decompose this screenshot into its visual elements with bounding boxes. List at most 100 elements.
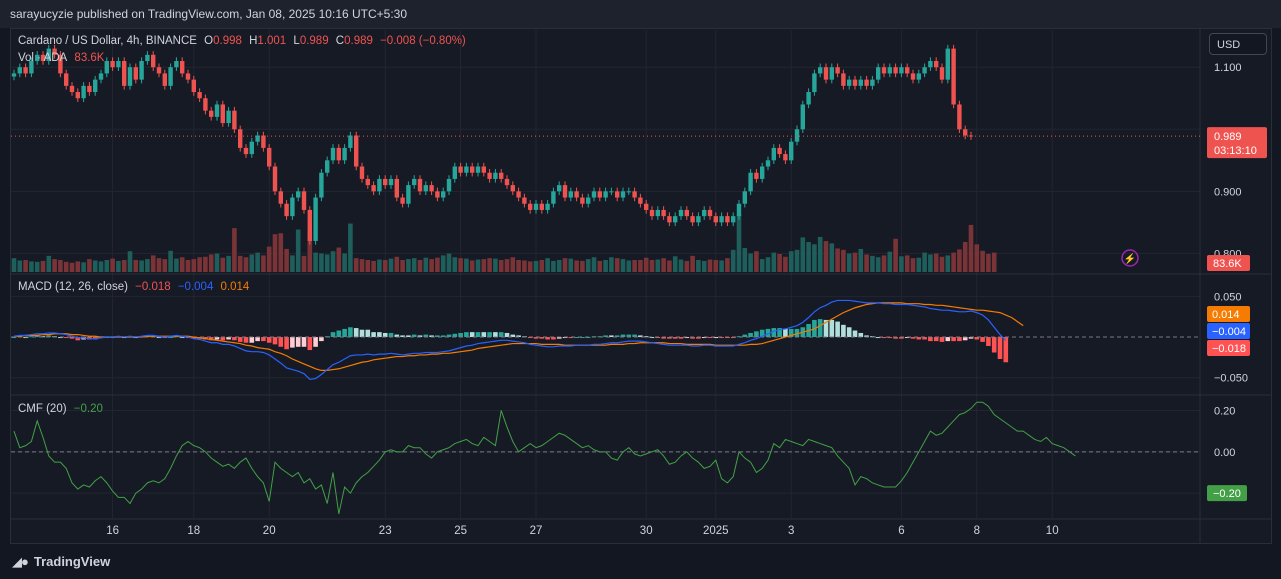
- candle-body: [818, 67, 823, 74]
- macd-histogram-bar: [290, 337, 295, 348]
- volume-bar: [916, 257, 922, 272]
- volume-bar: [707, 259, 713, 272]
- macd-histogram-bar: [928, 337, 933, 342]
- time-tick-label: 27: [530, 525, 543, 537]
- volume-bar: [255, 252, 260, 272]
- candle-body: [655, 209, 660, 217]
- macd-histogram-bar: [353, 328, 359, 338]
- candle-body: [899, 67, 904, 74]
- volume-bar: [881, 255, 887, 272]
- candle-body: [777, 147, 782, 155]
- volume-bar: [162, 259, 168, 272]
- candle-body: [359, 166, 365, 179]
- macd-histogram-bar: [371, 332, 376, 338]
- volume-bar: [754, 251, 759, 272]
- candle-body: [922, 67, 927, 74]
- candle-body: [539, 203, 544, 210]
- candle-body: [742, 191, 747, 204]
- macd-histogram-bar: [388, 332, 394, 338]
- candle-body: [522, 197, 527, 204]
- macd-histogram-bar: [498, 332, 504, 338]
- candle-body: [823, 67, 829, 80]
- macd-histogram-bar: [301, 337, 307, 347]
- tradingview-logo[interactable]: ◢● TradingView: [12, 554, 110, 570]
- macd-histogram-bar: [272, 337, 278, 345]
- candle-body: [307, 209, 312, 241]
- volume-bar: [713, 260, 719, 272]
- candle-body: [458, 166, 463, 173]
- volume-bar: [591, 257, 597, 272]
- macd-histogram-bar: [284, 337, 289, 350]
- candle-body: [533, 203, 539, 210]
- volume-bar: [667, 260, 672, 272]
- volume-bar: [545, 258, 550, 272]
- candle-body: [702, 209, 707, 217]
- macd-label[interactable]: MACD (12, 26, close): [18, 281, 128, 293]
- volume-bar: [435, 257, 440, 272]
- volume-bar: [562, 258, 568, 272]
- candle-body: [562, 185, 568, 198]
- volume-bar: [661, 258, 666, 272]
- candle-body: [423, 185, 428, 192]
- volume-bar: [371, 260, 376, 272]
- cmf-label[interactable]: CMF (20): [18, 403, 67, 415]
- volume-bar: [585, 259, 591, 272]
- candle-body: [713, 216, 718, 223]
- volume-bar: [991, 252, 997, 272]
- candle-body: [325, 160, 330, 173]
- volume-legend: Vol · ADA 83.6K: [18, 52, 108, 64]
- volume-bar: [945, 255, 951, 272]
- volume-bar: [638, 260, 643, 272]
- candle-body: [574, 191, 579, 198]
- volume-bar: [382, 260, 388, 272]
- macd-histogram-bar: [313, 337, 318, 347]
- macd-histogram-bar: [829, 319, 835, 338]
- candle-body: [400, 197, 405, 204]
- macd-histogram-bar: [504, 332, 510, 338]
- volume-bar: [69, 262, 75, 272]
- candle-body: [603, 191, 608, 198]
- volume-bar: [336, 247, 342, 272]
- macd-histogram-bar: [359, 329, 365, 338]
- volume-label: Vol · ADA: [18, 52, 68, 64]
- currency-button[interactable]: USD: [1209, 33, 1267, 55]
- candle-body: [586, 197, 591, 204]
- volume-bar: [266, 246, 272, 272]
- volume-bar: [986, 254, 991, 272]
- macd-histogram-bar: [336, 330, 342, 338]
- volume-bar: [962, 242, 968, 272]
- candle-body: [644, 203, 649, 210]
- macd-hist-value: −0.018: [135, 281, 171, 293]
- volume-bar: [980, 250, 985, 272]
- candle-body: [197, 92, 202, 99]
- volume-bar: [46, 255, 52, 272]
- volume-bar: [197, 257, 202, 272]
- candle-body: [319, 172, 324, 198]
- candle-body: [145, 54, 150, 62]
- volume-bar: [185, 260, 191, 272]
- macd-histogram-bar: [249, 337, 255, 343]
- volume-bar: [493, 258, 498, 272]
- macd-histogram-bar: [852, 330, 858, 338]
- candle-body: [122, 61, 127, 86]
- volume-bar: [794, 249, 800, 272]
- volume-bar: [609, 257, 614, 272]
- macd-tick-label: −0.050: [1214, 373, 1248, 385]
- volume-bar: [40, 260, 46, 272]
- candle-body: [180, 61, 185, 74]
- cmf-line: [13, 401, 1076, 514]
- candle-body: [203, 98, 208, 111]
- symbol-title[interactable]: Cardano / US Dollar, 4h, BINANCE: [18, 35, 197, 47]
- volume-bar: [203, 256, 208, 272]
- candle-body: [446, 178, 452, 192]
- volume-bar: [696, 260, 701, 272]
- candle-body: [412, 178, 417, 186]
- candle-body: [504, 178, 510, 186]
- volume-bar: [394, 256, 400, 272]
- candle-body: [481, 166, 486, 173]
- macd-histogram-bar: [986, 337, 991, 346]
- macd-histogram-bar: [1003, 337, 1009, 363]
- volume-bar: [498, 260, 504, 272]
- volume-bar: [446, 253, 452, 272]
- candle-body: [272, 166, 278, 192]
